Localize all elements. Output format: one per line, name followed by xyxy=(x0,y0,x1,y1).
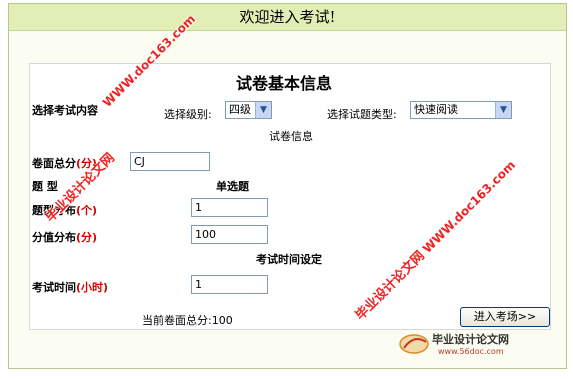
level-select[interactable]: 四级 ▼ xyxy=(225,101,272,119)
svg-text:www.56doc.com: www.56doc.com xyxy=(438,347,504,356)
exam-time-label-text: 考试时间 xyxy=(32,281,76,294)
score-dist-value: 100 xyxy=(195,228,216,241)
question-dist-unit: (个) xyxy=(76,204,98,217)
chevron-down-icon[interactable]: ▼ xyxy=(255,102,271,118)
welcome-banner: 欢迎进入考试! xyxy=(9,4,566,31)
current-total-score: 当前卷面总分:100 xyxy=(142,314,233,327)
question-dist-input[interactable]: 1 xyxy=(191,198,268,217)
total-score-label-text: 卷面总分 xyxy=(32,157,76,170)
level-label: 选择级别: xyxy=(164,108,212,121)
total-score-input[interactable]: CJ xyxy=(130,152,210,171)
time-settings-label: 考试时间设定 xyxy=(256,253,322,266)
chevron-down-icon[interactable]: ▼ xyxy=(495,102,511,118)
form-title: 试卷基本信息 xyxy=(236,74,333,93)
question-type-label: 选择试题类型: xyxy=(327,108,397,121)
logo-graphic: 毕业设计论文网 www.56doc.com xyxy=(399,332,509,356)
score-dist-unit: (分) xyxy=(76,231,98,244)
question-dist-value: 1 xyxy=(195,201,202,214)
question-type-row-value: 单选题 xyxy=(216,180,249,193)
select-content-label: 选择考试内容 xyxy=(32,104,98,117)
level-select-value: 四级 xyxy=(229,103,251,116)
total-score-value: CJ xyxy=(134,155,145,168)
question-type-row-label: 题 型 xyxy=(32,180,58,193)
exam-time-label: 考试时间(小时) xyxy=(32,279,108,295)
question-type-select-value: 快速阅读 xyxy=(414,103,458,116)
exam-time-value: 1 xyxy=(195,278,202,291)
paper-info-label: 试卷信息 xyxy=(269,130,313,143)
welcome-title: 欢迎进入考试! xyxy=(239,8,336,26)
score-dist-label-text: 分值分布 xyxy=(32,231,76,244)
exam-time-unit: (小时) xyxy=(76,281,109,294)
svg-text:毕业设计论文网: 毕业设计论文网 xyxy=(432,332,509,346)
exam-time-input[interactable]: 1 xyxy=(191,275,268,294)
question-type-select[interactable]: 快速阅读 ▼ xyxy=(410,101,512,119)
score-dist-input[interactable]: 100 xyxy=(191,225,268,244)
site-logo: 毕业设计论文网 www.56doc.com xyxy=(398,332,558,356)
score-dist-label: 分值分布(分) xyxy=(32,229,97,245)
enter-exam-button[interactable]: 进入考场>> xyxy=(460,307,550,327)
